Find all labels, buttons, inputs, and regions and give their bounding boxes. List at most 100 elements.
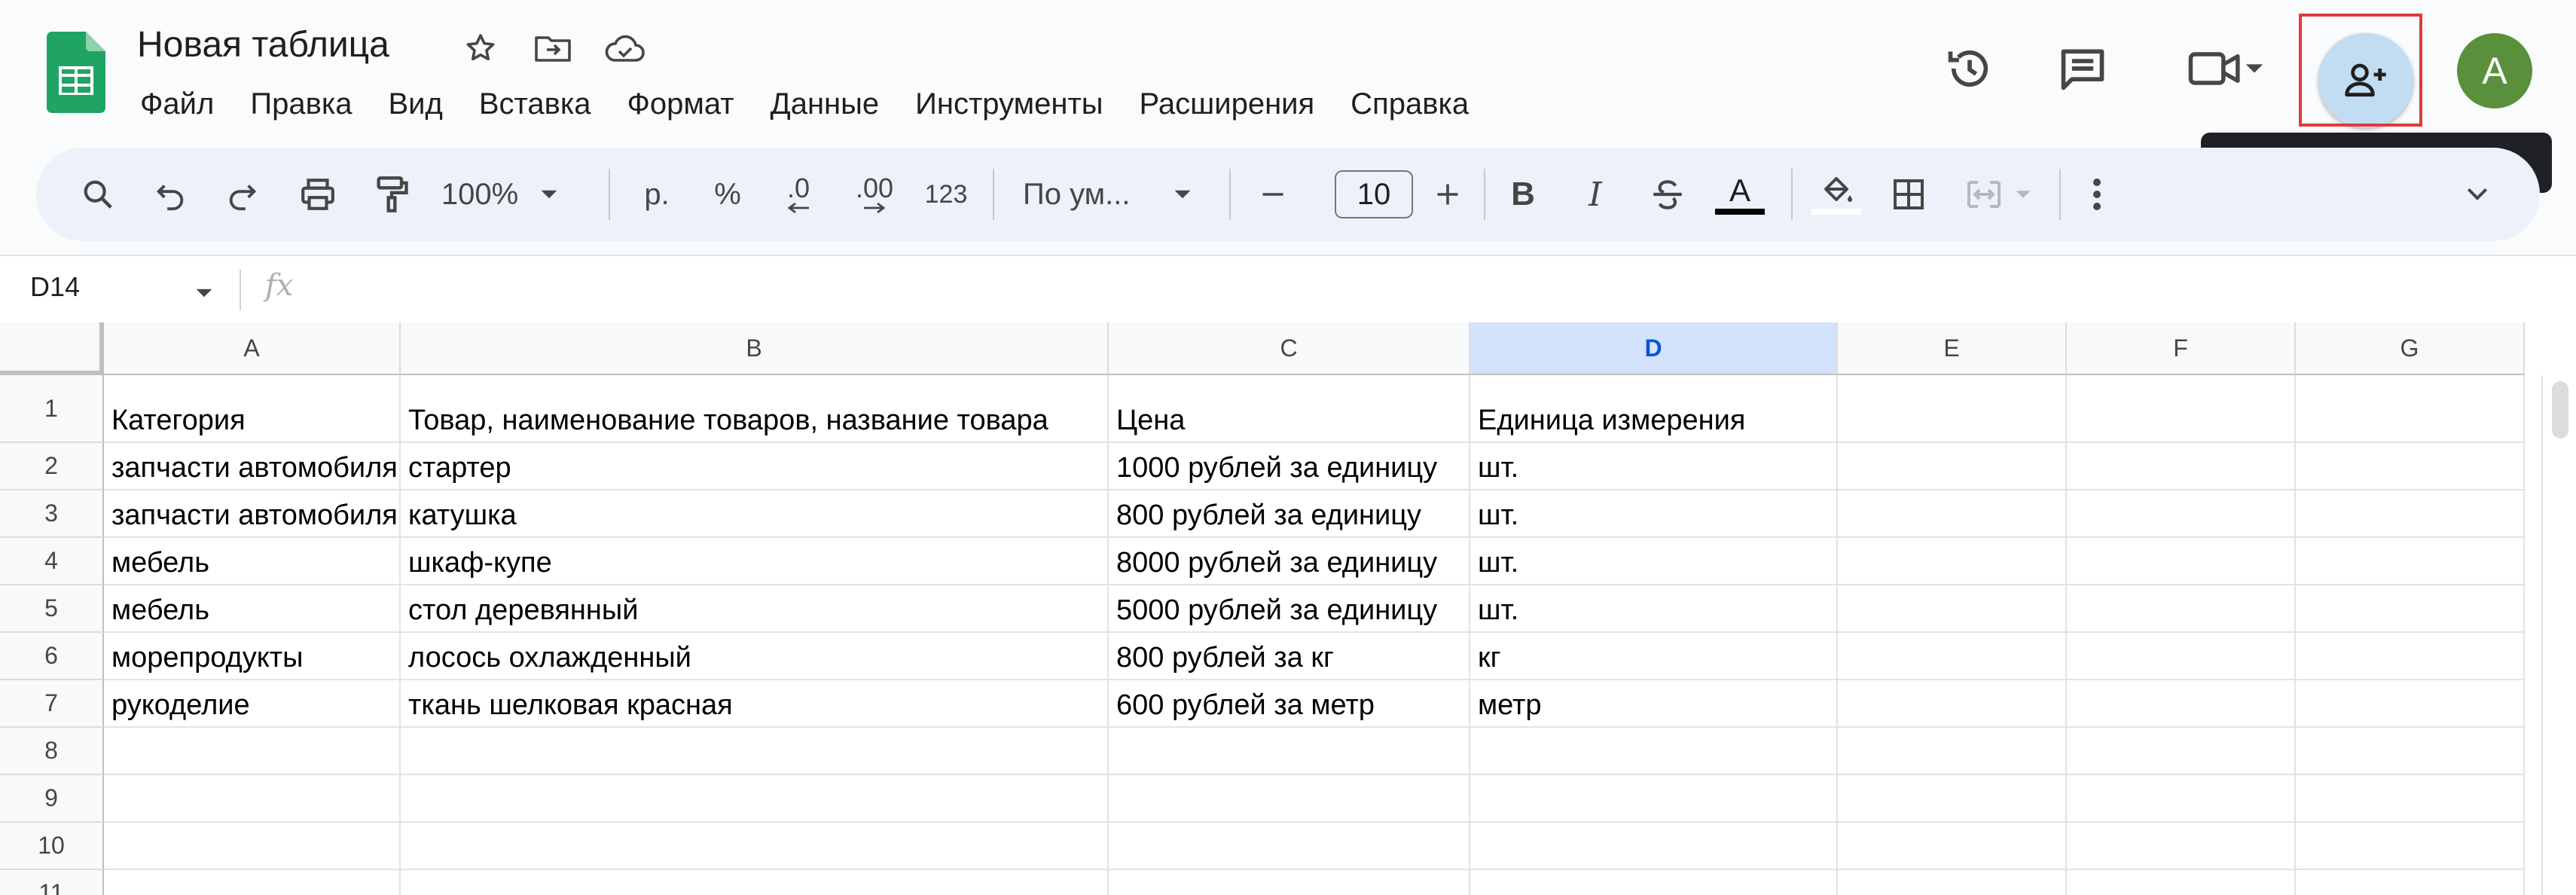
italic-button[interactable]: I <box>1565 148 1625 241</box>
cell-d9[interactable] <box>1470 775 1838 823</box>
cell-b10[interactable] <box>401 823 1109 870</box>
cell-f6[interactable] <box>2067 633 2296 680</box>
cell-g10[interactable] <box>2296 823 2525 870</box>
cell-d7[interactable]: метр <box>1470 680 1838 728</box>
cell-d4[interactable]: шт. <box>1470 538 1838 585</box>
cell-b11[interactable] <box>401 870 1109 895</box>
column-header-f[interactable]: F <box>2067 322 2296 375</box>
cell-g4[interactable] <box>2296 538 2525 585</box>
menu-file[interactable]: Файл <box>128 81 232 127</box>
undo-icon[interactable] <box>148 148 193 241</box>
more-vert-icon[interactable] <box>2074 148 2120 241</box>
cell-a3[interactable]: запчасти автомобиля <box>104 490 401 538</box>
row-header[interactable]: 2 <box>0 443 104 490</box>
column-header-a[interactable]: A <box>104 322 401 375</box>
version-history-icon[interactable] <box>1936 35 2004 102</box>
column-header-b[interactable]: B <box>401 322 1109 375</box>
cell-a7[interactable]: рукоделие <box>104 680 401 728</box>
cell-g2[interactable] <box>2296 443 2525 490</box>
cell-f3[interactable] <box>2067 490 2296 538</box>
row-header[interactable]: 4 <box>0 538 104 585</box>
cell-e4[interactable] <box>1838 538 2067 585</box>
row-header[interactable]: 6 <box>0 633 104 680</box>
row-header[interactable]: 1 <box>0 375 104 443</box>
cell-c11[interactable] <box>1109 870 1470 895</box>
cell-e10[interactable] <box>1838 823 2067 870</box>
merge-cells-button[interactable] <box>1949 148 2047 241</box>
cell-c8[interactable] <box>1109 728 1470 775</box>
cell-f7[interactable] <box>2067 680 2296 728</box>
chevron-down-icon[interactable] <box>194 283 214 303</box>
borders-icon[interactable] <box>1879 148 1939 241</box>
cell-c5[interactable]: 5000 рублей за единицу <box>1109 585 1470 633</box>
column-header-d[interactable]: D <box>1470 322 1838 375</box>
row-header[interactable]: 11 <box>0 870 104 895</box>
number-format-button[interactable]: 123 <box>916 148 976 241</box>
menu-insert[interactable]: Вставка <box>461 81 609 127</box>
row-header[interactable]: 9 <box>0 775 104 823</box>
cell-b8[interactable] <box>401 728 1109 775</box>
cell-f2[interactable] <box>2067 443 2296 490</box>
avatar[interactable]: A <box>2457 33 2532 108</box>
sheets-logo-icon[interactable] <box>47 32 105 113</box>
cell-g11[interactable] <box>2296 870 2525 895</box>
vertical-scrollbar[interactable] <box>2541 375 2576 895</box>
cell-g6[interactable] <box>2296 633 2525 680</box>
cell-c3[interactable]: 800 рублей за единицу <box>1109 490 1470 538</box>
cell-a11[interactable] <box>104 870 401 895</box>
cell-a9[interactable] <box>104 775 401 823</box>
cell-d11[interactable] <box>1470 870 1838 895</box>
cell-b3[interactable]: катушка <box>401 490 1109 538</box>
cell-d2[interactable]: шт. <box>1470 443 1838 490</box>
cell-d1[interactable]: Единица измерения <box>1470 375 1838 443</box>
cell-b6[interactable]: лосось охлажденный <box>401 633 1109 680</box>
cell-e11[interactable] <box>1838 870 2067 895</box>
bold-button[interactable]: B <box>1493 148 1553 241</box>
decrease-font-size-icon[interactable] <box>1250 148 1296 241</box>
search-icon[interactable] <box>75 148 121 241</box>
cell-f10[interactable] <box>2067 823 2296 870</box>
percent-format-button[interactable]: % <box>704 148 752 241</box>
text-color-button[interactable]: A <box>1710 148 1770 241</box>
select-all-corner[interactable] <box>0 322 104 375</box>
star-icon[interactable] <box>459 27 502 69</box>
cell-e5[interactable] <box>1838 585 2067 633</box>
cell-g9[interactable] <box>2296 775 2525 823</box>
cell-f1[interactable] <box>2067 375 2296 443</box>
menu-view[interactable]: Вид <box>370 81 460 127</box>
cell-g1[interactable] <box>2296 375 2525 443</box>
row-header[interactable]: 3 <box>0 490 104 538</box>
cell-g3[interactable] <box>2296 490 2525 538</box>
menu-format[interactable]: Формат <box>609 81 752 127</box>
cell-b1[interactable]: Товар, наименование товаров, название то… <box>401 375 1109 443</box>
increase-font-size-icon[interactable] <box>1425 148 1470 241</box>
cell-e1[interactable] <box>1838 375 2067 443</box>
redo-icon[interactable] <box>220 148 265 241</box>
column-header-c[interactable]: C <box>1109 322 1470 375</box>
cell-f8[interactable] <box>2067 728 2296 775</box>
cell-c7[interactable]: 600 рублей за метр <box>1109 680 1470 728</box>
cell-e9[interactable] <box>1838 775 2067 823</box>
cell-e2[interactable] <box>1838 443 2067 490</box>
cell-d3[interactable]: шт. <box>1470 490 1838 538</box>
row-header[interactable]: 10 <box>0 823 104 870</box>
scrollbar-thumb[interactable] <box>2552 381 2568 438</box>
move-folder-icon[interactable] <box>532 27 574 69</box>
strikethrough-icon[interactable] <box>1637 148 1698 241</box>
document-title[interactable]: Новая таблица <box>137 23 389 68</box>
cell-d6[interactable]: кг <box>1470 633 1838 680</box>
name-box[interactable]: D14 <box>30 271 80 303</box>
cell-e3[interactable] <box>1838 490 2067 538</box>
paint-format-icon[interactable] <box>368 148 416 241</box>
cell-g8[interactable] <box>2296 728 2525 775</box>
print-icon[interactable] <box>294 148 342 241</box>
cell-a1[interactable]: Категория <box>104 375 401 443</box>
row-header[interactable]: 8 <box>0 728 104 775</box>
cell-c9[interactable] <box>1109 775 1470 823</box>
cell-e6[interactable] <box>1838 633 2067 680</box>
cell-a2[interactable]: запчасти автомобиля <box>104 443 401 490</box>
cell-d10[interactable] <box>1470 823 1838 870</box>
fill-color-button[interactable] <box>1806 148 1866 241</box>
cell-c6[interactable]: 800 рублей за кг <box>1109 633 1470 680</box>
cell-c4[interactable]: 8000 рублей за единицу <box>1109 538 1470 585</box>
